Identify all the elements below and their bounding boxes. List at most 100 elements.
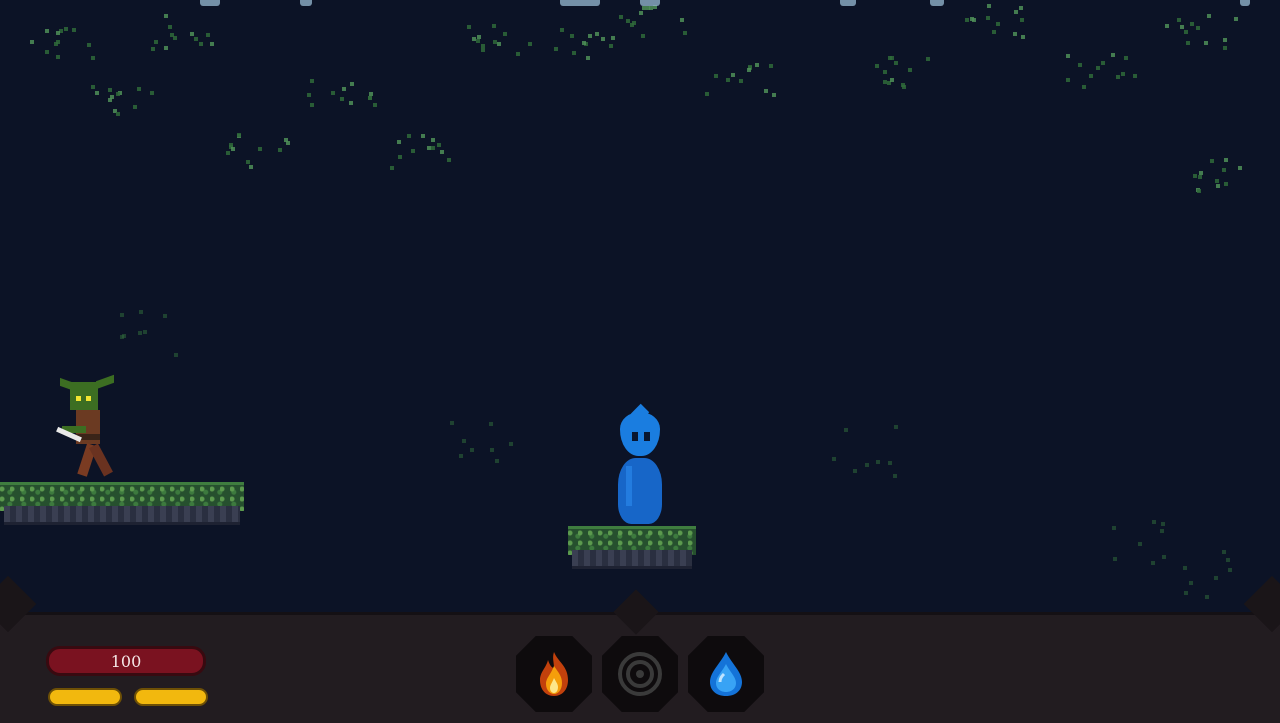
moss-fleck	[588, 34, 592, 38]
moss-fleck	[72, 28, 76, 32]
moss-fleck	[116, 112, 120, 116]
moss-fleck	[1177, 18, 1181, 22]
moss-fleck	[470, 448, 474, 452]
moss-fleck	[1138, 542, 1142, 546]
sky-gap	[200, 0, 220, 6]
moss-fleck	[890, 78, 894, 82]
moss-fleck	[45, 50, 49, 54]
moss-fleck	[1183, 566, 1187, 570]
moss-fleck	[1223, 46, 1227, 50]
moss-fleck	[492, 24, 496, 28]
moss-fleck	[987, 4, 991, 8]
moss-fleck	[1204, 41, 1208, 45]
moss-fleck	[731, 73, 735, 77]
moss-fleck	[894, 425, 898, 429]
health-bar: 100	[46, 646, 206, 676]
moss-fleck	[1199, 171, 1203, 175]
moss-fleck	[481, 44, 485, 48]
moss-fleck	[150, 91, 154, 95]
moss-fleck	[190, 32, 194, 36]
target-ring-icon	[618, 652, 662, 696]
moss-fleck	[528, 42, 532, 46]
moss-fleck	[893, 474, 897, 478]
moss-fleck	[249, 165, 253, 169]
moss-fleck	[476, 39, 480, 43]
moss-fleck	[120, 313, 124, 317]
moss-fleck	[1189, 581, 1193, 585]
moss-fleck	[459, 454, 463, 458]
moss-fleck	[705, 92, 709, 96]
moss-fleck	[1222, 550, 1226, 554]
moss-fleck	[1133, 74, 1137, 78]
moss-fleck	[1184, 591, 1188, 595]
moss-fleck	[1190, 22, 1194, 26]
moss-fleck	[91, 85, 95, 89]
moss-fleck	[1116, 75, 1120, 79]
moss-fleck	[278, 148, 282, 152]
stamina-segment	[48, 688, 122, 706]
moss-fleck	[56, 31, 60, 35]
moss-fleck	[1226, 558, 1230, 562]
moss-fleck	[586, 56, 590, 60]
goblin-head	[70, 382, 98, 410]
moss-fleck	[649, 6, 653, 10]
moss-fleck	[680, 18, 684, 22]
moss-fleck	[1021, 35, 1025, 39]
moss-fleck	[495, 459, 499, 463]
sky-gap	[300, 0, 312, 6]
moss-fleck	[447, 158, 451, 162]
moss-fleck	[1210, 159, 1214, 163]
moss-fleck	[1121, 72, 1125, 76]
moss-fleck	[832, 457, 836, 461]
moss-fleck	[1193, 174, 1197, 178]
moss-fleck	[639, 11, 643, 15]
moss-fleck	[595, 32, 599, 36]
moss-fleck	[894, 61, 898, 65]
moss-fleck	[95, 91, 99, 95]
sky-gap	[840, 0, 856, 6]
moss-fleck	[883, 80, 887, 84]
moss-fleck	[350, 82, 354, 86]
spirit-eye	[632, 432, 638, 441]
moss-fleck	[683, 31, 687, 35]
moss-fleck	[411, 149, 415, 153]
moss-fleck	[769, 64, 773, 68]
moss-fleck	[497, 42, 501, 46]
moss-fleck	[1223, 38, 1227, 42]
goblin-ear	[96, 374, 114, 390]
moss-fleck	[163, 314, 167, 318]
ability-slot-fire[interactable]	[516, 636, 592, 712]
platform-rock	[572, 550, 692, 569]
moss-fleck	[440, 150, 444, 154]
moss-fleck	[116, 92, 120, 96]
water-element-icon	[710, 652, 742, 696]
moss-fleck	[137, 87, 141, 91]
moss-fleck	[151, 47, 155, 51]
moss-fleck	[246, 160, 250, 164]
ability-slot-water[interactable]	[688, 636, 764, 712]
moss-fleck	[1078, 63, 1082, 67]
moss-fleck	[170, 33, 174, 37]
moss-fleck	[1224, 182, 1228, 186]
moss-fleck	[755, 63, 759, 67]
moss-fleck	[307, 93, 311, 97]
moss-fleck	[1238, 166, 1242, 170]
sky-gap	[640, 0, 660, 6]
moss-fleck	[450, 421, 454, 425]
moss-fleck	[582, 41, 586, 45]
moss-fleck	[1205, 595, 1209, 599]
moss-fleck	[1111, 53, 1115, 57]
moss-fleck	[431, 138, 435, 142]
stamina-segment	[134, 688, 208, 706]
moss-fleck	[87, 43, 91, 47]
moss-fleck	[554, 47, 558, 51]
ability-slot-target[interactable]	[602, 636, 678, 712]
moss-fleck	[1124, 56, 1128, 60]
spirit-eye	[644, 432, 650, 441]
spirit-shine	[626, 466, 632, 506]
goblin-leg	[89, 443, 113, 477]
moss-fleck	[174, 353, 178, 357]
left-grass-platform	[0, 482, 244, 526]
center-grass-platform	[568, 526, 696, 570]
moss-fleck	[1066, 78, 1070, 82]
